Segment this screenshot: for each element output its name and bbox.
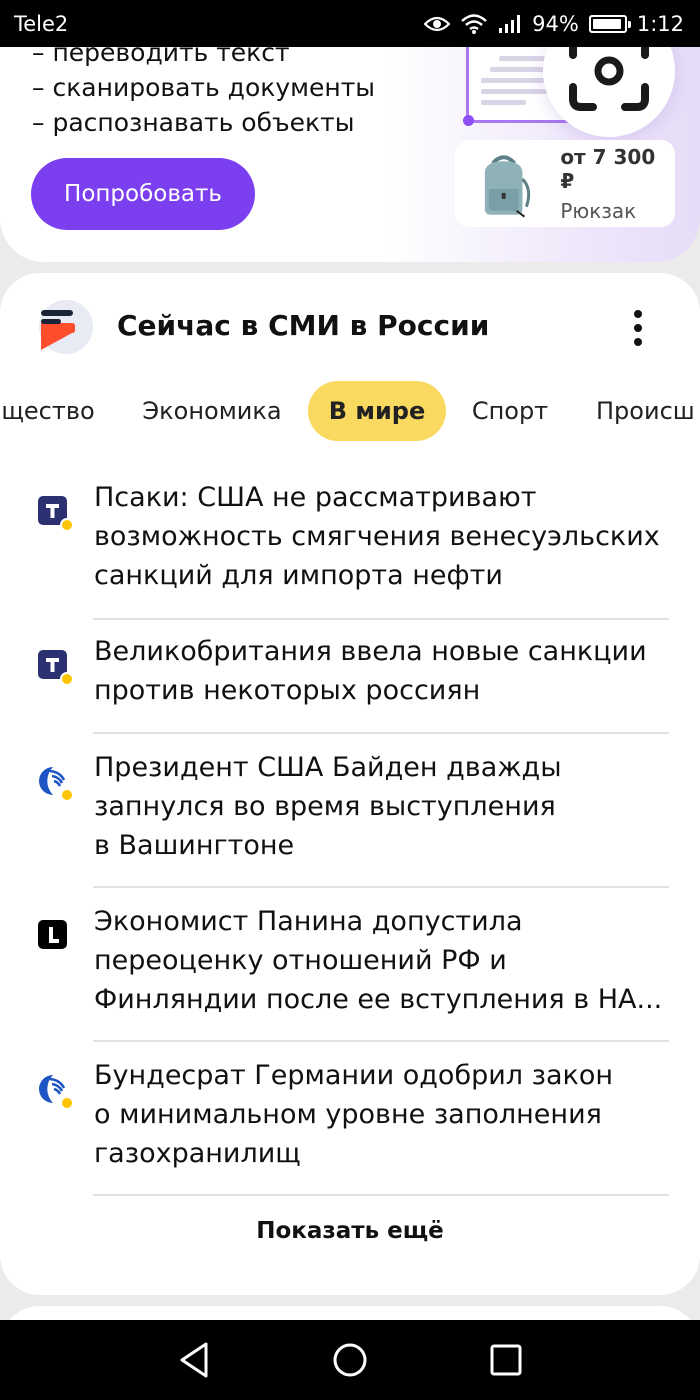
news-headline: Экономист Панина допустила переоценку от… bbox=[94, 906, 663, 1015]
promo-feature: – переводить текст bbox=[32, 47, 290, 67]
promo-feature: – распознавать объекты bbox=[32, 108, 355, 137]
news-headline: Бундесрат Германии одобрил закон о миним… bbox=[94, 1060, 613, 1169]
news-item[interactable]: Бундесрат Германии одобрил закон о миним… bbox=[0, 1056, 700, 1188]
system-navigation-bar bbox=[0, 1320, 700, 1400]
backpack-image bbox=[484, 154, 531, 217]
news-headline: Псаки: США не рассматривают возможность … bbox=[94, 482, 660, 591]
news-service-logo-icon bbox=[39, 300, 93, 354]
tab-world[interactable]: В мире bbox=[308, 381, 446, 441]
news-widget: Сейчас в СМИ в России щество Экономика В… bbox=[0, 273, 700, 1295]
news-item[interactable]: Экономист Панина допустила переоценку от… bbox=[0, 902, 700, 1034]
camera-scan-button[interactable] bbox=[543, 47, 675, 137]
carrier-name: Tele2 bbox=[14, 11, 69, 36]
back-icon[interactable] bbox=[168, 1334, 220, 1386]
tab-incidents[interactable]: Происш bbox=[584, 381, 700, 441]
product-name: Рюкзак bbox=[560, 198, 637, 223]
try-button[interactable]: Попробовать bbox=[31, 158, 255, 230]
battery-percent: 94% bbox=[532, 11, 579, 36]
news-category-tabs: щество Экономика В мире Спорт Происш bbox=[0, 381, 700, 441]
news-widget-title: Сейчас в СМИ в России bbox=[117, 309, 490, 342]
tab-sport[interactable]: Спорт bbox=[463, 381, 557, 441]
divider bbox=[93, 886, 669, 888]
battery-level bbox=[592, 18, 622, 29]
product-price: от 7 300 ₽ bbox=[560, 144, 656, 193]
eye-comfort-icon bbox=[424, 14, 451, 34]
status-icons: 94% 1:12 bbox=[424, 12, 684, 36]
news-header: Сейчас в СМИ в России bbox=[0, 273, 700, 383]
lens-promo-card: – переводить текст – сканировать докумен… bbox=[0, 47, 700, 262]
promo-feature: – сканировать документы bbox=[32, 73, 376, 102]
promo-feature-list: – переводить текст – сканировать докумен… bbox=[32, 47, 375, 140]
status-bar: Tele2 94% 1:12 bbox=[0, 0, 700, 47]
product-suggestion-card[interactable]: от 7 300 ₽ Рюкзак bbox=[455, 140, 675, 227]
divider bbox=[93, 732, 669, 734]
news-headline: Президент США Байден дважды запнулся во … bbox=[94, 752, 562, 861]
recents-icon[interactable] bbox=[480, 1334, 532, 1386]
battery-icon bbox=[588, 14, 631, 33]
tab-society[interactable]: щество bbox=[0, 381, 102, 441]
tass-icon bbox=[38, 650, 74, 686]
show-more-button[interactable]: Показать ещё bbox=[0, 1218, 700, 1244]
more-options-icon[interactable] bbox=[620, 306, 656, 350]
globe-source-icon bbox=[39, 1075, 74, 1110]
news-headline: Великобритания ввела новые санкции проти… bbox=[94, 636, 647, 706]
globe-source-icon bbox=[39, 767, 74, 802]
news-item[interactable]: Великобритания ввела новые санкции проти… bbox=[0, 632, 700, 722]
wifi-icon bbox=[460, 13, 488, 35]
news-item[interactable]: Псаки: США не рассматривают возможность … bbox=[0, 478, 700, 610]
news-item[interactable]: Президент США Байден дважды запнулся во … bbox=[0, 748, 700, 880]
signal-icon bbox=[498, 14, 522, 34]
camera-scan-icon bbox=[569, 47, 649, 111]
tab-economy[interactable]: Экономика bbox=[132, 381, 292, 441]
divider bbox=[93, 618, 669, 620]
clock: 1:12 bbox=[636, 11, 684, 36]
divider bbox=[93, 1194, 669, 1196]
tass-icon bbox=[38, 496, 74, 532]
home-icon[interactable] bbox=[324, 1334, 376, 1386]
divider bbox=[93, 1040, 669, 1042]
l-source-icon bbox=[38, 920, 67, 949]
